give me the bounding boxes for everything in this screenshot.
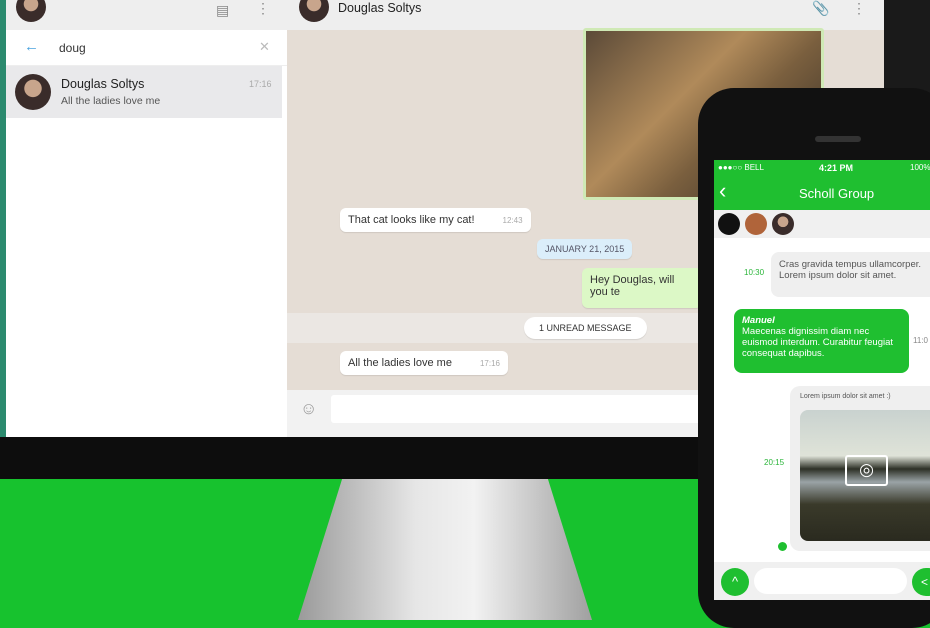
date-divider: JANUARY 21, 2015 <box>537 239 633 259</box>
my-avatar[interactable] <box>16 0 46 22</box>
monitor-stand <box>298 479 592 620</box>
chat-header: Douglas Soltys 📎 ⋮ <box>287 0 884 30</box>
back-icon[interactable]: ‹ <box>719 178 726 204</box>
message-incoming: That cat looks like my cat! 12:43 <box>340 208 531 232</box>
phone-compose-bar: ^ < <box>714 562 930 600</box>
sender-name: Manuel <box>742 315 775 326</box>
search-input[interactable]: doug <box>59 41 86 55</box>
message-outgoing: Manuel Maecenas dignissim diam nec euism… <box>734 309 909 373</box>
photo-caption: Lorem ipsum dolor sit amet :) <box>800 393 891 400</box>
message-text: That cat looks like my cat! <box>348 214 475 226</box>
participant-avatar[interactable] <box>745 213 767 235</box>
message-time: 10:30 <box>744 268 765 277</box>
camera-icon: ◎ <box>845 455 888 486</box>
new-chat-icon[interactable]: ▤ <box>216 2 229 19</box>
phone-header: ●●●○○ BELL 4:21 PM 100% ‹ Scholl Group <box>714 160 930 210</box>
contact-name: Douglas Soltys <box>61 77 145 91</box>
carrier: ●●●○○ BELL <box>718 163 764 172</box>
participants-row <box>714 210 930 238</box>
phone-screen: ●●●○○ BELL 4:21 PM 100% ‹ Scholl Group 1… <box>714 160 930 600</box>
send-icon[interactable]: < <box>912 568 930 596</box>
clear-search-icon[interactable]: ✕ <box>259 39 270 55</box>
battery: 100% <box>910 163 930 172</box>
expand-icon[interactable]: ^ <box>721 568 749 596</box>
photo-message[interactable]: Lorem ipsum dolor sit amet :) ◎ <box>790 386 930 551</box>
contact-avatar[interactable] <box>299 0 329 22</box>
message-text: All the ladies love me <box>348 357 452 369</box>
chat-list-item[interactable]: Douglas Soltys All the ladies love me 17… <box>6 66 282 118</box>
emoji-icon[interactable]: ☺ <box>300 399 317 419</box>
sidebar-empty <box>6 118 287 430</box>
search-bar: ← doug ✕ <box>6 30 287 66</box>
message-time: 17:16 <box>479 359 500 368</box>
message-time: 12:43 <box>502 216 523 225</box>
window-edge <box>0 0 6 437</box>
phone-speaker <box>815 136 861 142</box>
last-time: 17:16 <box>249 79 272 89</box>
photo[interactable]: ◎ <box>800 410 930 541</box>
message-incoming: All the ladies love me 17:16 <box>340 351 508 375</box>
menu-icon[interactable]: ⋮ <box>852 0 866 17</box>
status-dot <box>778 542 787 551</box>
participant-avatar[interactable] <box>718 213 740 235</box>
message-text: Maecenas dignissim diam nec euismod inte… <box>742 326 894 359</box>
group-title: Scholl Group <box>799 186 875 201</box>
chat-contact-name[interactable]: Douglas Soltys <box>338 1 421 15</box>
phone-message-input[interactable] <box>754 568 907 594</box>
unread-badge: 1 UNREAD MESSAGE <box>524 317 647 339</box>
message-time: 20:15 <box>764 458 785 467</box>
participant-avatar[interactable] <box>772 213 794 235</box>
message-incoming: Cras gravida tempus ullamcorper. Lorem i… <box>771 252 930 297</box>
last-message: All the ladies love me <box>61 95 161 107</box>
contact-avatar <box>15 74 51 110</box>
menu-icon[interactable]: ⋮ <box>256 0 270 17</box>
message-time: 11:0 <box>913 336 928 345</box>
attach-icon[interactable]: 📎 <box>812 0 829 17</box>
message-outgoing: Hey Douglas, will you te <box>582 268 702 308</box>
clock: 4:21 PM <box>819 163 854 173</box>
sidebar-header: ▤ ⋮ <box>6 0 287 30</box>
back-arrow-icon[interactable]: ← <box>24 38 39 55</box>
